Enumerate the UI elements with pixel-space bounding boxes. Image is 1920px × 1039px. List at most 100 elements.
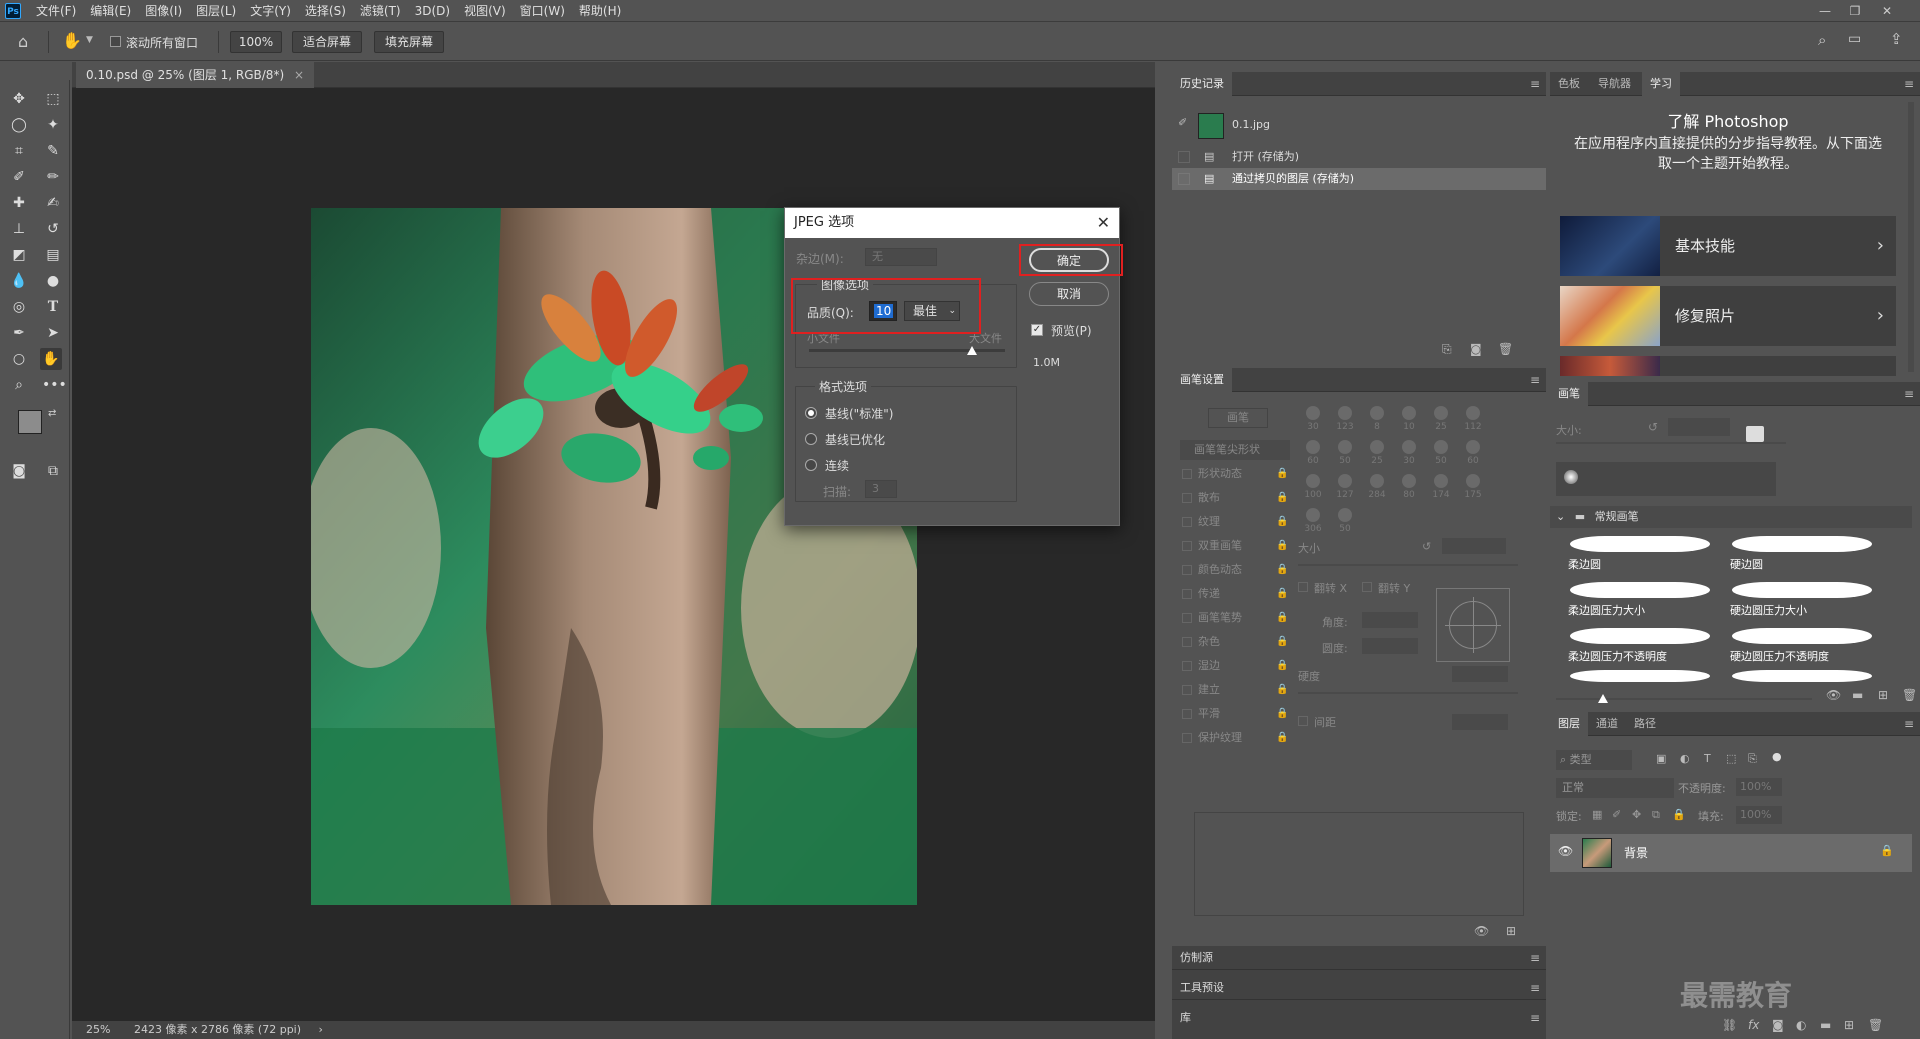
scans-select[interactable]: 3 <box>865 480 897 498</box>
brush-option-item[interactable]: 画笔笔势 🔒 <box>1180 608 1290 628</box>
menu-window[interactable]: 窗口(W) <box>513 0 572 22</box>
tool-presets-menu-icon[interactable]: ≡ <box>1530 976 1540 1000</box>
hardness-input[interactable] <box>1452 666 1508 682</box>
new-brush-icon[interactable]: ⊞ <box>1506 924 1516 938</box>
brush-preset-item[interactable]: 硬边圆 <box>1728 532 1878 576</box>
menu-3d[interactable]: 3D(D) <box>408 0 457 22</box>
brush-option-item[interactable]: 传递 🔒 <box>1180 584 1290 604</box>
filter-shape-icon[interactable]: ⬚ <box>1726 752 1736 765</box>
dodge-tool-icon[interactable]: ● <box>42 270 64 292</box>
scroll-all-checkbox[interactable] <box>110 36 121 47</box>
angle-input[interactable] <box>1362 612 1418 628</box>
progressive-radio[interactable] <box>805 459 817 471</box>
brush-option-item[interactable]: 纹理 🔒 <box>1180 512 1290 532</box>
brush-option-checkbox[interactable] <box>1182 661 1192 671</box>
brush-tip-cell[interactable]: 127 <box>1330 472 1360 504</box>
layer-lock-icon[interactable]: 🔒 <box>1880 844 1894 857</box>
brush-tip-cell[interactable]: 25 <box>1426 404 1456 436</box>
quality-slider-thumb[interactable] <box>967 346 978 355</box>
flip-x-checkbox[interactable] <box>1298 582 1308 592</box>
brushes-menu-icon[interactable]: ≡ <box>1904 382 1914 406</box>
layer-row[interactable]: 👁 背景 🔒 <box>1550 834 1912 872</box>
reset-brush-size-icon[interactable]: ↺ <box>1648 420 1658 434</box>
libraries-panel-tab[interactable]: 库 ≡ <box>1172 1006 1546 1030</box>
blend-mode-select[interactable]: 正常 <box>1556 778 1674 798</box>
brush-tip-cell[interactable]: 60 <box>1458 438 1488 470</box>
lock-brush-icon[interactable]: ✐ <box>1612 808 1621 821</box>
brush-option-checkbox[interactable] <box>1182 541 1192 551</box>
learn-scrollbar[interactable] <box>1908 102 1914 372</box>
lock-icon[interactable]: 🔒 <box>1276 488 1288 508</box>
size-input[interactable] <box>1442 538 1506 554</box>
brush-option-checkbox[interactable] <box>1182 493 1192 503</box>
brush-tip-cell[interactable]: 80 <box>1394 472 1424 504</box>
brush-tip-cell[interactable]: 10 <box>1394 404 1424 436</box>
brush-option-checkbox[interactable] <box>1182 469 1192 479</box>
zoom-100-button[interactable]: 100% <box>230 31 282 53</box>
brush-tip-cell[interactable]: 25 <box>1362 438 1392 470</box>
tab-paths[interactable]: 路径 <box>1626 712 1664 736</box>
brush-tip-cell[interactable]: 50 <box>1330 506 1360 538</box>
tab-brush-settings[interactable]: 画笔设置 <box>1172 368 1232 392</box>
path-select-icon[interactable]: ➤ <box>42 322 64 344</box>
tab-channels[interactable]: 通道 <box>1588 712 1626 736</box>
brush-tip-cell[interactable]: 100 <box>1298 472 1328 504</box>
brush-tip-cell[interactable]: 123 <box>1330 404 1360 436</box>
brush-tip-cell[interactable]: 284 <box>1362 472 1392 504</box>
lock-icon[interactable]: 🔒 <box>1276 560 1288 580</box>
flip-y-checkbox[interactable] <box>1362 582 1372 592</box>
preview-checkbox[interactable]: ✓ <box>1031 324 1043 336</box>
filter-pixel-icon[interactable]: ▣ <box>1656 752 1666 765</box>
close-window-icon[interactable]: ✕ <box>1874 0 1900 22</box>
reset-size-icon[interactable]: ↺ <box>1422 540 1431 553</box>
brush-option-item[interactable]: 杂色 🔒 <box>1180 632 1290 652</box>
fit-screen-button[interactable]: 适合屏幕 <box>292 31 362 53</box>
tab-layers[interactable]: 图层 <box>1550 712 1588 736</box>
brush-tip-cell[interactable]: 8 <box>1362 404 1392 436</box>
fill-screen-button[interactable]: 填充屏幕 <box>374 31 444 53</box>
brush-option-checkbox[interactable] <box>1182 709 1192 719</box>
brush-stroke-preview[interactable] <box>1570 670 1710 682</box>
recent-brush-tip[interactable] <box>1564 470 1578 484</box>
lock-icon[interactable]: 🔒 <box>1276 704 1288 724</box>
brush-stroke-preview[interactable] <box>1732 670 1872 682</box>
brush-preset-item[interactable]: 柔边圆 <box>1566 532 1716 576</box>
brush-tip-cell[interactable]: 30 <box>1298 404 1328 436</box>
history-source-checkbox[interactable] <box>1178 151 1190 163</box>
lock-icon[interactable]: 🔒 <box>1276 584 1288 604</box>
brush-option-checkbox[interactable] <box>1182 637 1192 647</box>
brush-tip-cell[interactable]: 50 <box>1426 438 1456 470</box>
brush-option-item[interactable]: 建立 🔒 <box>1180 680 1290 700</box>
history-item[interactable]: ▤ 打开 (存储为) <box>1172 146 1546 168</box>
brush-option-checkbox[interactable] <box>1182 733 1192 743</box>
lock-artboard-icon[interactable]: ⧉ <box>1652 808 1660 822</box>
brush-option-item[interactable]: 散布 🔒 <box>1180 488 1290 508</box>
lock-position-icon[interactable]: ✥ <box>1632 808 1641 821</box>
ellipse-tool-icon[interactable]: ○ <box>8 348 30 370</box>
magic-wand-icon[interactable]: ✦ <box>42 114 64 136</box>
opacity-input[interactable]: 100% <box>1736 778 1782 796</box>
blur-tool-icon[interactable]: 💧 <box>8 270 30 292</box>
lasso-tool-icon[interactable]: ◯ <box>8 114 30 136</box>
brush-preset-item[interactable]: 柔边圆压力不透明度 <box>1566 624 1716 668</box>
swap-colors-icon[interactable]: ⇄ <box>48 408 56 419</box>
menu-select[interactable]: 选择(S) <box>298 0 353 22</box>
brush-option-checkbox[interactable] <box>1182 565 1192 575</box>
baseline-standard-radio[interactable] <box>805 407 817 419</box>
pen-tool-icon[interactable]: ✒ <box>8 322 30 344</box>
brush-size-input[interactable] <box>1668 418 1730 436</box>
lock-icon[interactable]: 🔒 <box>1276 464 1288 484</box>
delete-brush-icon[interactable]: 🗑 <box>1902 688 1917 702</box>
history-brush-source-icon[interactable]: ✐ <box>1178 112 1187 134</box>
brushes-button[interactable]: 画笔 <box>1208 408 1268 428</box>
learn-card-basics[interactable]: 基本技能 › <box>1560 216 1896 276</box>
brush-tip-cell[interactable]: 60 <box>1298 438 1328 470</box>
lock-icon[interactable]: 🔒 <box>1276 632 1288 652</box>
new-group-icon[interactable]: ▬ <box>1852 688 1863 702</box>
tab-swatches[interactable]: 色板 <box>1550 72 1588 96</box>
libraries-menu-icon[interactable]: ≡ <box>1530 1006 1540 1030</box>
marquee-tool-icon[interactable]: ⬚ <box>42 88 64 110</box>
layer-filter-select[interactable]: ⌕ 类型 <box>1556 750 1632 770</box>
filter-adjustment-icon[interactable]: ◐ <box>1680 752 1690 765</box>
menu-file[interactable]: 文件(F) <box>29 0 83 22</box>
